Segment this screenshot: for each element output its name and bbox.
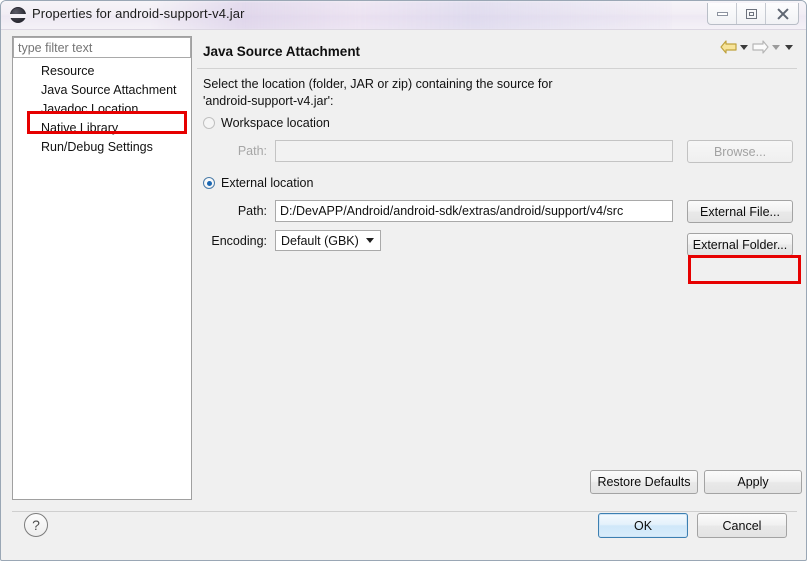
external-path-label: Path:: [237, 204, 267, 218]
restore-icon: [745, 8, 757, 19]
settings-tree: Resource Java Source Attachment Javadoc …: [13, 62, 191, 157]
encoding-select[interactable]: Default (GBK): [275, 230, 381, 251]
dialog-body: Resource Java Source Attachment Javadoc …: [1, 30, 806, 560]
cancel-button[interactable]: Cancel: [697, 513, 787, 538]
minimize-button[interactable]: [708, 3, 737, 24]
chevron-down-icon: [365, 238, 374, 243]
encoding-label: Encoding:: [211, 233, 267, 248]
page-navigation-toolbar: [720, 40, 795, 54]
apply-button[interactable]: Apply: [704, 470, 802, 494]
encoding-row: Encoding: Default (GBK): [203, 230, 381, 251]
help-button[interactable]: ?: [24, 513, 48, 537]
description-line-2: 'android-support-v4.jar':: [203, 94, 334, 108]
description-line-1: Select the location (folder, JAR or zip)…: [203, 77, 553, 91]
properties-dialog: Properties for android-support-v4.jar Re…: [0, 0, 807, 561]
external-path-input[interactable]: [275, 200, 673, 222]
back-arrow-icon[interactable]: [720, 40, 737, 54]
radio-unchecked-icon: [203, 117, 215, 129]
eclipse-icon: [10, 7, 26, 23]
maximize-button[interactable]: [737, 3, 766, 24]
tree-item-javadoc-location[interactable]: Javadoc Location: [13, 100, 191, 119]
restore-defaults-button[interactable]: Restore Defaults: [590, 470, 698, 494]
forward-arrow-icon: [752, 40, 769, 54]
workspace-path-label: Path:: [237, 144, 267, 158]
tree-item-java-source-attachment[interactable]: Java Source Attachment: [13, 81, 191, 100]
window-title: Properties for android-support-v4.jar: [32, 6, 245, 21]
minimize-icon: [716, 11, 728, 16]
external-file-button[interactable]: External File...: [687, 200, 793, 223]
workspace-location-radio[interactable]: Workspace location: [203, 116, 330, 130]
window-controls: [707, 3, 799, 25]
preference-page: Java Source Attachment Select the locati…: [197, 36, 802, 500]
external-location-radio[interactable]: External location: [203, 176, 313, 190]
ok-button[interactable]: OK: [598, 513, 688, 538]
page-title: Java Source Attachment: [203, 44, 361, 59]
encoding-value: Default (GBK): [281, 233, 359, 248]
tree-item-resource[interactable]: Resource: [13, 62, 191, 81]
footer-divider: [12, 511, 797, 512]
view-menu-chevron-down-icon[interactable]: [784, 42, 795, 53]
browse-button: Browse...: [687, 140, 793, 163]
back-menu-chevron-down-icon[interactable]: [739, 42, 750, 53]
workspace-location-label: Workspace location: [221, 116, 330, 130]
workspace-path-row: Path:: [203, 140, 673, 162]
workspace-path-input: [275, 140, 673, 162]
close-button[interactable]: [766, 3, 798, 24]
external-location-label: External location: [221, 176, 314, 190]
external-path-row: Path:: [203, 200, 673, 222]
close-icon: [776, 8, 789, 20]
title-bar: Properties for android-support-v4.jar: [1, 1, 806, 30]
header-divider: [197, 68, 797, 69]
page-description: Select the location (folder, JAR or zip)…: [203, 76, 723, 110]
filter-input[interactable]: [13, 37, 191, 58]
radio-checked-icon: [203, 177, 215, 189]
external-folder-button[interactable]: External Folder...: [687, 233, 793, 256]
forward-menu-chevron-down-icon[interactable]: [771, 42, 782, 53]
tree-item-run-debug-settings[interactable]: Run/Debug Settings: [13, 138, 191, 157]
tree-item-native-library[interactable]: Native Library: [13, 119, 191, 138]
